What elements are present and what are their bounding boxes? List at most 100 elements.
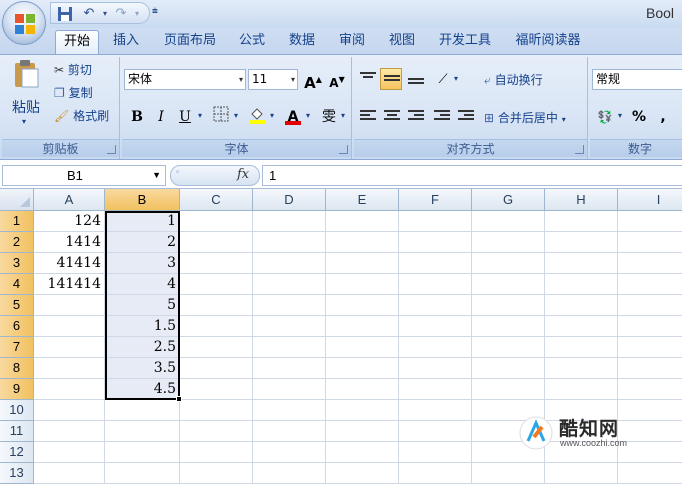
tab-review[interactable]: 审阅 xyxy=(332,30,372,54)
cell-d5[interactable] xyxy=(253,295,326,316)
undo-icon[interactable]: ↶ xyxy=(81,6,97,22)
wrap-text-button[interactable]: ⤶ 自动换行 xyxy=(484,71,543,88)
row-header-9[interactable]: 9 xyxy=(0,379,34,400)
align-top-button[interactable] xyxy=(356,68,378,90)
cell-f13[interactable] xyxy=(399,463,472,484)
cell-d10[interactable] xyxy=(253,400,326,421)
font-size-select[interactable]: 11 ▾ xyxy=(248,69,298,90)
cell-c12[interactable] xyxy=(180,442,253,463)
tab-formulas[interactable]: 公式 xyxy=(232,30,272,54)
cell-a7[interactable] xyxy=(34,337,105,358)
customize-qat-icon[interactable]: ⩧ xyxy=(152,6,158,17)
cell-a2[interactable]: 1414 xyxy=(34,232,105,253)
font-color-dropdown-icon[interactable]: ▾ xyxy=(306,111,310,120)
cell-h7[interactable] xyxy=(545,337,618,358)
currency-format-button[interactable]: 💱 xyxy=(594,105,616,127)
cell-a13[interactable] xyxy=(34,463,105,484)
column-header-c[interactable]: C xyxy=(180,189,253,211)
cell-i5[interactable] xyxy=(618,295,682,316)
fill-color-dropdown-icon[interactable]: ▾ xyxy=(270,111,274,120)
fill-color-button[interactable] xyxy=(246,105,268,127)
cell-d6[interactable] xyxy=(253,316,326,337)
cell-d7[interactable] xyxy=(253,337,326,358)
cell-c5[interactable] xyxy=(180,295,253,316)
cell-f4[interactable] xyxy=(399,274,472,295)
cell-g8[interactable] xyxy=(472,358,545,379)
cell-b7[interactable]: 2.5 xyxy=(105,337,180,358)
font-launcher-icon[interactable] xyxy=(339,145,348,154)
cell-c9[interactable] xyxy=(180,379,253,400)
cell-b12[interactable] xyxy=(105,442,180,463)
tab-data[interactable]: 数据 xyxy=(282,30,322,54)
borders-dropdown-icon[interactable]: ▾ xyxy=(234,111,238,120)
cell-a12[interactable] xyxy=(34,442,105,463)
cell-g11[interactable] xyxy=(472,421,545,442)
column-header-i[interactable]: I xyxy=(618,189,682,211)
cell-e6[interactable] xyxy=(326,316,399,337)
font-name-select[interactable]: 宋体 ▾ xyxy=(124,69,246,90)
cell-f5[interactable] xyxy=(399,295,472,316)
cell-e2[interactable] xyxy=(326,232,399,253)
increase-indent-button[interactable] xyxy=(454,105,476,127)
align-right-button[interactable] xyxy=(404,105,426,127)
office-button[interactable] xyxy=(2,1,46,45)
align-center-button[interactable] xyxy=(380,105,402,127)
cell-d8[interactable] xyxy=(253,358,326,379)
grow-font-button[interactable]: A▲ xyxy=(302,68,324,92)
currency-dropdown-icon[interactable]: ▾ xyxy=(618,111,622,120)
borders-button[interactable] xyxy=(210,105,232,127)
cell-g13[interactable] xyxy=(472,463,545,484)
cell-f10[interactable] xyxy=(399,400,472,421)
cell-c7[interactable] xyxy=(180,337,253,358)
cell-b10[interactable] xyxy=(105,400,180,421)
cell-e5[interactable] xyxy=(326,295,399,316)
cell-b6[interactable]: 1.5 xyxy=(105,316,180,337)
redo-dropdown-icon[interactable]: ▾ xyxy=(129,6,145,22)
insert-function-button[interactable]: fx xyxy=(237,167,249,182)
cell-i3[interactable] xyxy=(618,253,682,274)
cell-h5[interactable] xyxy=(545,295,618,316)
cell-c4[interactable] xyxy=(180,274,253,295)
cell-b2[interactable]: 2 xyxy=(105,232,180,253)
row-header-8[interactable]: 8 xyxy=(0,358,34,379)
cell-h6[interactable] xyxy=(545,316,618,337)
formula-input[interactable]: 1 xyxy=(262,165,682,186)
comma-style-button[interactable]: , xyxy=(652,105,674,127)
column-header-f[interactable]: F xyxy=(399,189,472,211)
cell-h12[interactable] xyxy=(545,442,618,463)
cell-a3[interactable]: 41414 xyxy=(34,253,105,274)
cell-e10[interactable] xyxy=(326,400,399,421)
cell-g2[interactable] xyxy=(472,232,545,253)
cell-b1[interactable]: 1 xyxy=(105,211,180,232)
row-header-7[interactable]: 7 xyxy=(0,337,34,358)
shrink-font-button[interactable]: A▼ xyxy=(326,68,348,90)
tab-insert[interactable]: 插入 xyxy=(104,30,148,54)
cell-g12[interactable] xyxy=(472,442,545,463)
cell-g5[interactable] xyxy=(472,295,545,316)
cell-e4[interactable] xyxy=(326,274,399,295)
cell-d11[interactable] xyxy=(253,421,326,442)
row-header-2[interactable]: 2 xyxy=(0,232,34,253)
column-header-d[interactable]: D xyxy=(253,189,326,211)
number-format-select[interactable]: 常规 xyxy=(592,69,682,90)
cell-h9[interactable] xyxy=(545,379,618,400)
column-header-h[interactable]: H xyxy=(545,189,618,211)
cell-d12[interactable] xyxy=(253,442,326,463)
row-header-6[interactable]: 6 xyxy=(0,316,34,337)
tab-foxit-reader[interactable]: 福昕阅读器 xyxy=(508,30,588,54)
cell-c2[interactable] xyxy=(180,232,253,253)
column-header-a[interactable]: A xyxy=(34,189,105,211)
underline-button[interactable]: U xyxy=(174,105,196,127)
cell-a9[interactable] xyxy=(34,379,105,400)
row-header-11[interactable]: 11 xyxy=(0,421,34,442)
paste-button[interactable]: 粘贴 ▾ xyxy=(6,59,46,129)
cell-g6[interactable] xyxy=(472,316,545,337)
column-header-g[interactable]: G xyxy=(472,189,545,211)
cell-d13[interactable] xyxy=(253,463,326,484)
clipboard-launcher-icon[interactable] xyxy=(107,145,116,154)
cell-i1[interactable] xyxy=(618,211,682,232)
select-all-button[interactable] xyxy=(0,189,34,211)
tab-developer[interactable]: 开发工具 xyxy=(432,30,498,54)
alignment-launcher-icon[interactable] xyxy=(575,145,584,154)
column-header-e[interactable]: E xyxy=(326,189,399,211)
